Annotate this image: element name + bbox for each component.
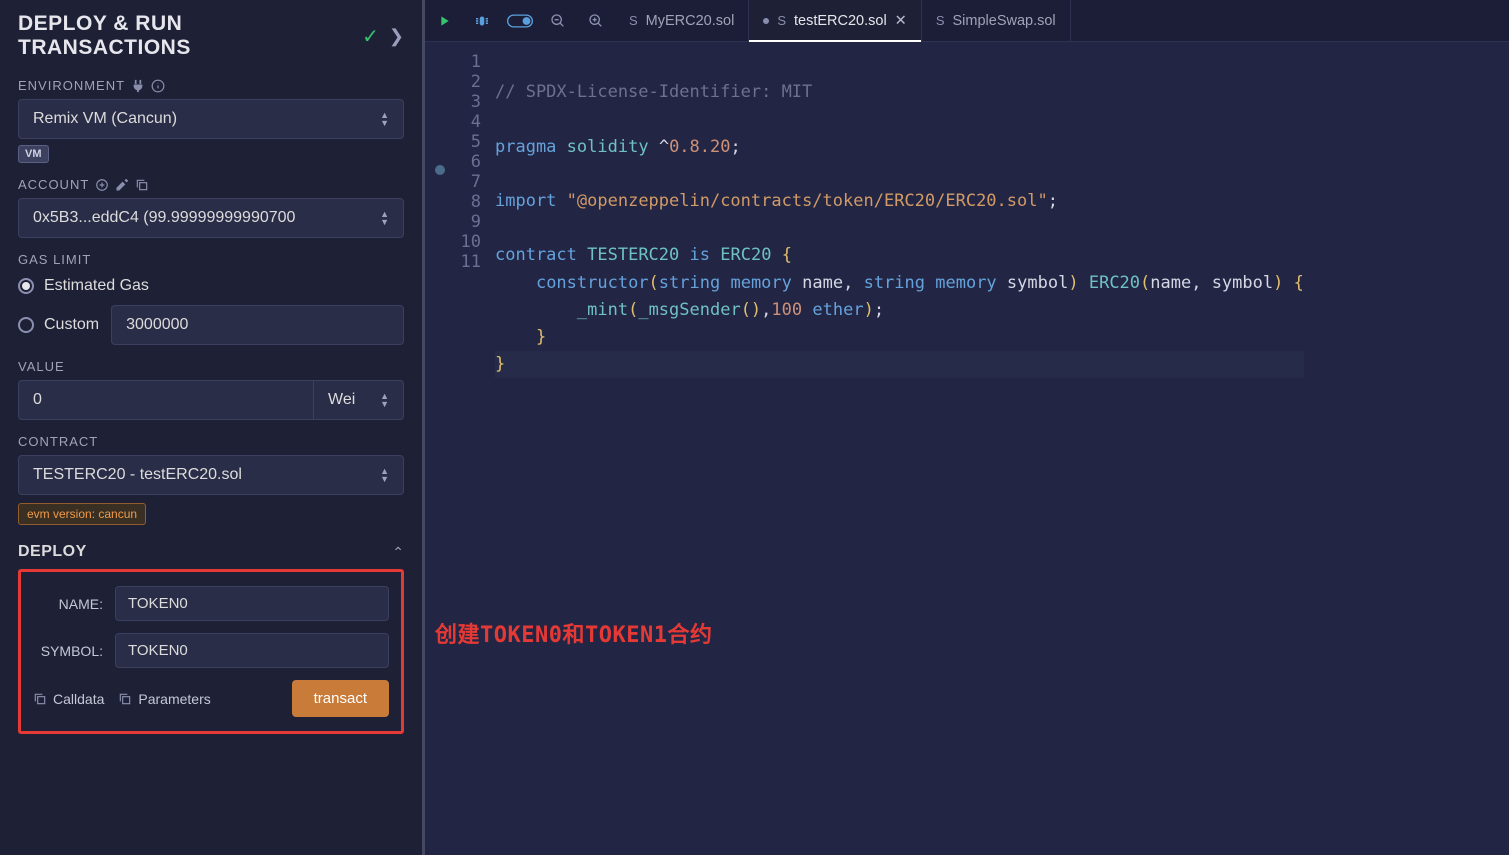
value-amount-input[interactable]	[18, 380, 314, 420]
info-icon[interactable]	[151, 79, 165, 93]
code-content: // SPDX-License-Identifier: MIT pragma s…	[495, 42, 1304, 855]
deploy-run-panel: DEPLOY & RUN TRANSACTIONS ✓ ❯ ENVIRONMEN…	[0, 0, 425, 855]
deploy-section-header: DEPLOY	[18, 543, 87, 561]
zoom-out-button[interactable]	[539, 0, 577, 42]
copy-icon	[118, 692, 132, 706]
check-icon: ✓	[362, 24, 379, 49]
zoom-in-button[interactable]	[577, 0, 615, 42]
gas-limit-label: GAS LIMIT	[18, 252, 404, 267]
solidity-icon: S	[629, 13, 638, 28]
gas-custom-input[interactable]	[111, 305, 404, 345]
environment-label: ENVIRONMENT	[18, 78, 404, 93]
annotation-text: 创建TOKEN0和TOKEN1合约	[435, 617, 712, 649]
gas-estimated-radio[interactable]: Estimated Gas	[18, 277, 404, 295]
vm-badge: VM	[18, 145, 49, 163]
tab-label: SimpleSwap.sol	[953, 13, 1056, 29]
value-unit-select[interactable]: Wei ▲▼	[314, 380, 404, 420]
evm-version-badge: evm version: cancun	[18, 503, 146, 525]
radio-checked-icon	[18, 278, 34, 294]
tab-myerc20[interactable]: S MyERC20.sol	[615, 0, 749, 42]
edit-icon[interactable]	[115, 178, 129, 192]
plug-icon	[131, 79, 145, 93]
tab-label: MyERC20.sol	[646, 13, 735, 29]
param-name-input[interactable]	[115, 586, 389, 621]
chevron-right-icon[interactable]: ❯	[389, 26, 404, 47]
value-label: VALUE	[18, 359, 404, 374]
transact-button[interactable]: transact	[292, 680, 389, 717]
tab-simpleswap[interactable]: S SimpleSwap.sol	[922, 0, 1071, 42]
updown-icon: ▲▼	[380, 111, 389, 127]
contract-label: CONTRACT	[18, 434, 404, 449]
chevron-up-icon[interactable]: ⌃	[392, 544, 404, 561]
copy-icon[interactable]	[135, 178, 149, 192]
breakpoint-dot-icon[interactable]	[435, 165, 445, 175]
account-label: ACCOUNT	[18, 177, 404, 192]
param-name-label: NAME:	[33, 596, 103, 612]
calldata-button[interactable]: Calldata	[33, 691, 104, 707]
copy-icon	[33, 692, 47, 706]
solidity-icon: S	[777, 13, 786, 28]
radio-unchecked-icon	[18, 317, 34, 333]
editor-tabs: S MyERC20.sol S testERC20.sol ✕ S Simple…	[615, 0, 1071, 42]
modified-dot-icon	[763, 18, 769, 24]
debug-button[interactable]	[463, 0, 501, 42]
param-symbol-input[interactable]	[115, 633, 389, 668]
contract-select[interactable]: TESTERC20 - testERC20.sol ▲▼	[18, 455, 404, 495]
parameters-button[interactable]: Parameters	[118, 691, 210, 707]
environment-select[interactable]: Remix VM (Cancun) ▲▼	[18, 99, 404, 139]
account-select[interactable]: 0x5B3...eddC4 (99.99999999990700 ▲▼	[18, 198, 404, 238]
updown-icon: ▲▼	[380, 392, 389, 408]
toggle-button[interactable]	[501, 0, 539, 42]
run-button[interactable]	[425, 0, 463, 42]
editor-toolbar: S MyERC20.sol S testERC20.sol ✕ S Simple…	[425, 0, 1509, 42]
panel-title: DEPLOY & RUN TRANSACTIONS	[18, 12, 352, 60]
plus-icon[interactable]	[95, 178, 109, 192]
solidity-icon: S	[936, 13, 945, 28]
close-icon[interactable]: ✕	[895, 13, 907, 29]
tab-label: testERC20.sol	[794, 13, 887, 29]
updown-icon: ▲▼	[380, 467, 389, 483]
code-editor[interactable]: 1234567891011 // SPDX-License-Identifier…	[425, 42, 1509, 855]
updown-icon: ▲▼	[380, 210, 389, 226]
line-number-gutter: 1234567891011	[425, 42, 495, 855]
param-symbol-label: SYMBOL:	[33, 643, 103, 659]
gas-custom-radio[interactable]: Custom	[18, 316, 99, 334]
deploy-params-box: NAME: SYMBOL: Calldata Parameters transa…	[18, 569, 404, 734]
tab-testerc20[interactable]: S testERC20.sol ✕	[749, 0, 922, 42]
editor-area: S MyERC20.sol S testERC20.sol ✕ S Simple…	[425, 0, 1509, 855]
